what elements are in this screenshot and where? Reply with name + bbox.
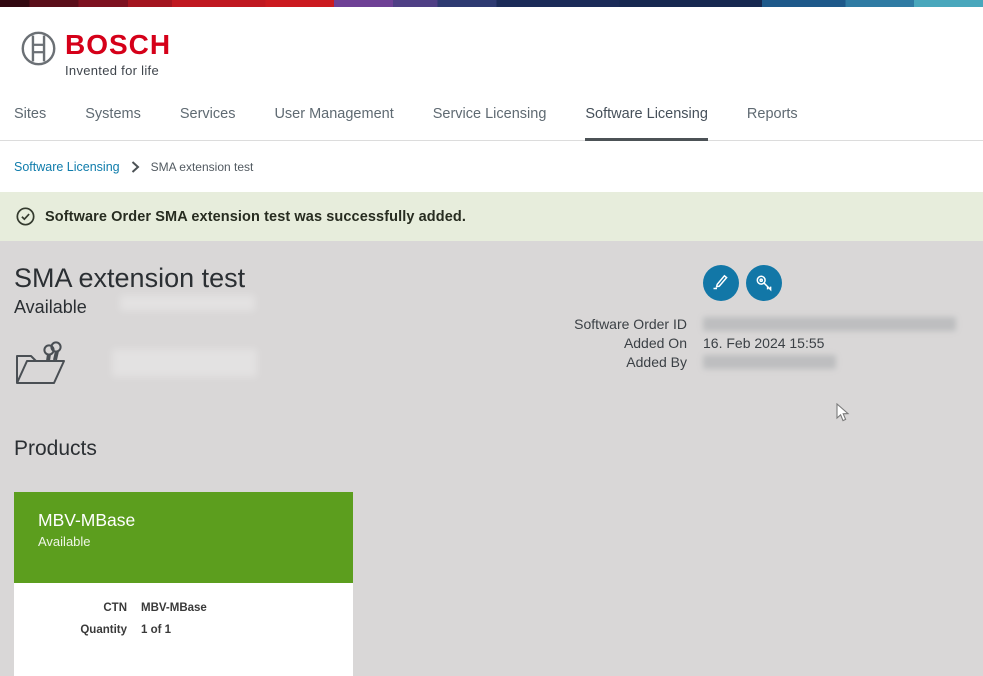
order-status: Available [14, 297, 87, 318]
breadcrumb-link-software-licensing[interactable]: Software Licensing [14, 160, 120, 174]
product-card-header[interactable]: MBV-MBase Available [14, 492, 353, 583]
license-key-button[interactable] [746, 265, 782, 301]
order-details: Software Order ID Added On 16. Feb 2024 … [530, 314, 958, 371]
detail-label: Software Order ID [530, 316, 687, 332]
product-row-quantity: Quantity 1 of 1 [14, 624, 353, 636]
product-card-body: CTN MBV-MBase Quantity 1 of 1 [14, 583, 353, 676]
tab-systems[interactable]: Systems [85, 92, 141, 141]
product-row-value: MBV-MBase [141, 602, 207, 614]
redacted-order-id [703, 317, 956, 331]
key-icon [754, 273, 775, 294]
order-detail-section: SMA extension test Available Softwa [0, 241, 983, 676]
brand-tagline: Invented for life [65, 63, 171, 78]
chevron-right-icon [131, 161, 140, 173]
bosch-logo[interactable]: BOSCH Invented for life [20, 30, 171, 78]
main-nav: Sites Systems Services User Management S… [0, 91, 983, 141]
detail-row-added-by: Added By [530, 352, 958, 371]
redacted-patch [112, 349, 257, 377]
products-heading: Products [14, 437, 97, 461]
tab-services[interactable]: Services [180, 92, 236, 141]
tab-user-management[interactable]: User Management [274, 92, 393, 141]
tab-service-licensing[interactable]: Service Licensing [433, 92, 547, 141]
success-message: Software Order SMA extension test was su… [45, 209, 466, 225]
breadcrumb-current: SMA extension test [151, 160, 254, 174]
added-on-value: 16. Feb 2024 15:55 [703, 335, 958, 351]
detail-row-software-order-id: Software Order ID [530, 314, 958, 333]
product-name: MBV-MBase [38, 510, 353, 531]
redacted-patch [120, 295, 255, 311]
app-header: BOSCH Invented for life [0, 7, 983, 91]
software-order-icon [13, 340, 69, 387]
edit-order-button[interactable] [703, 265, 739, 301]
product-row-value: 1 of 1 [141, 624, 171, 636]
pencil-icon [711, 273, 731, 293]
redacted-added-by [703, 355, 836, 369]
page-title: SMA extension test [14, 263, 245, 294]
product-card-mbv-mbase: MBV-MBase Available CTN MBV-MBase Quanti… [14, 492, 353, 676]
bosch-armature-icon [20, 30, 57, 67]
product-status: Available [38, 534, 353, 549]
brand-name: BOSCH [65, 30, 171, 60]
product-row-label: CTN [14, 602, 127, 614]
breadcrumb: Software Licensing SMA extension test [0, 141, 983, 192]
tab-reports[interactable]: Reports [747, 92, 798, 141]
detail-label: Added By [530, 354, 687, 370]
success-banner: Software Order SMA extension test was su… [0, 192, 983, 241]
tab-software-licensing[interactable]: Software Licensing [585, 92, 708, 141]
product-row-ctn: CTN MBV-MBase [14, 602, 353, 614]
bosch-supergraphic-bar [0, 0, 983, 7]
detail-label: Added On [530, 335, 687, 351]
check-circle-icon [16, 207, 35, 226]
product-row-label: Quantity [14, 624, 127, 636]
detail-row-added-on: Added On 16. Feb 2024 15:55 [530, 333, 958, 352]
tab-sites[interactable]: Sites [14, 92, 46, 141]
